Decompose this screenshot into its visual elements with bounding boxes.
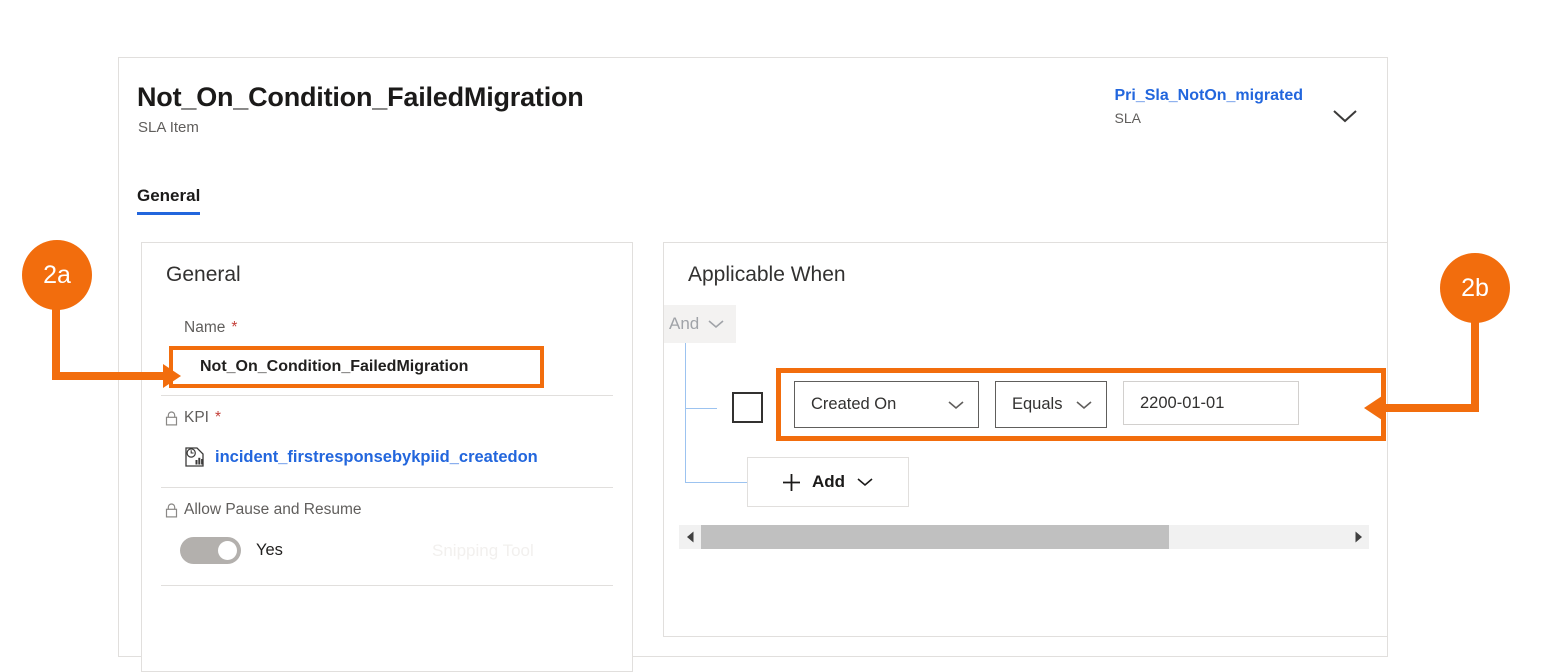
plus-icon [782, 473, 801, 492]
callout-2a-connector-vertical [52, 300, 60, 380]
condition-row-checkbox[interactable] [732, 392, 763, 423]
related-record-info: Pri_Sla_NotOn_migrated SLA [1115, 87, 1304, 126]
allow-pause-resume-text: Allow Pause and Resume [184, 501, 362, 519]
allow-pause-resume-toggle[interactable] [180, 537, 241, 564]
page-title: Not_On_Condition_FailedMigration [137, 82, 584, 113]
lock-icon [165, 503, 178, 518]
scrollbar-thumb[interactable] [701, 525, 1169, 549]
group-operator-dropdown[interactable]: And [663, 305, 736, 343]
callout-2a-connector-horizontal [52, 372, 168, 380]
callout-badge-2a: 2a [22, 240, 92, 310]
record-entity-type: SLA Item [138, 119, 199, 136]
related-record-type: SLA [1115, 110, 1304, 126]
add-button-label: Add [812, 472, 845, 492]
condition-operator-dropdown[interactable]: Equals [995, 381, 1107, 428]
group-operator-value: And [669, 314, 699, 334]
chevron-down-icon [707, 319, 725, 329]
snipping-tool-watermark: Snipping Tool [432, 541, 534, 561]
condition-operator-value: Equals [996, 395, 1075, 414]
tree-connector-branch [685, 408, 717, 409]
required-asterisk: * [231, 319, 237, 337]
record-form-card: Not_On_Condition_FailedMigration SLA Ite… [118, 57, 1388, 657]
callout-2a-arrowhead [163, 364, 181, 388]
kpi-field-label: KPI * [165, 409, 617, 427]
tab-general[interactable]: General [137, 186, 200, 215]
field-divider [161, 395, 613, 396]
required-asterisk: * [215, 409, 221, 427]
kpi-value: incident_firstresponsebykpiid_createdon [184, 446, 538, 468]
condition-field-value: Created On [795, 395, 947, 414]
name-field-label: Name * [184, 319, 636, 337]
callout-2b-connector-vertical [1471, 313, 1479, 412]
chevron-down-icon [856, 477, 874, 487]
allow-pause-resume-label: Allow Pause and Resume [165, 501, 617, 519]
callout-2b-arrowhead [1364, 396, 1382, 420]
allow-pause-resume-value: Yes [256, 541, 283, 560]
callout-2b-connector-horizontal [1381, 404, 1479, 412]
chevron-down-icon [1075, 400, 1093, 410]
field-divider [161, 585, 613, 586]
tree-connector-branch [685, 482, 747, 483]
chevron-down-icon[interactable] [1331, 108, 1359, 124]
kpi-chart-icon [184, 446, 206, 468]
kpi-label-text: KPI [184, 409, 209, 427]
general-section-panel: General Name * Not_On_Condition_FailedMig… [141, 242, 633, 672]
record-header: Not_On_Condition_FailedMigration SLA Ite… [119, 58, 1387, 156]
lock-icon [165, 411, 178, 426]
condition-value-input[interactable]: 2200-01-01 [1123, 381, 1299, 425]
applicable-when-panel: Applicable When And Created On [663, 242, 1388, 637]
condition-field-dropdown[interactable]: Created On [794, 381, 979, 428]
callout-badge-2b: 2b [1440, 253, 1510, 323]
applicable-when-title: Applicable When [688, 263, 846, 287]
name-input[interactable]: Not_On_Condition_FailedMigration [169, 346, 544, 388]
tab-strip: General [137, 186, 200, 220]
add-condition-button[interactable]: Add [747, 457, 909, 507]
related-record-link[interactable]: Pri_Sla_NotOn_migrated [1115, 87, 1304, 105]
triangle-right-icon[interactable] [1347, 525, 1369, 549]
condition-value-text: 2200-01-01 [1124, 394, 1298, 413]
tree-connector-vertical [685, 343, 686, 482]
field-divider [161, 487, 613, 488]
toggle-knob [218, 541, 237, 560]
general-section-title: General [166, 263, 241, 287]
allow-pause-resume-row: Yes [180, 537, 283, 564]
horizontal-scrollbar[interactable] [679, 525, 1369, 549]
scrollbar-track[interactable] [701, 525, 1347, 549]
name-label-text: Name [184, 319, 225, 337]
chevron-down-icon [947, 400, 965, 410]
triangle-left-icon[interactable] [679, 525, 701, 549]
name-input-value: Not_On_Condition_FailedMigration [200, 358, 468, 376]
kpi-record-link[interactable]: incident_firstresponsebykpiid_createdon [215, 448, 538, 467]
